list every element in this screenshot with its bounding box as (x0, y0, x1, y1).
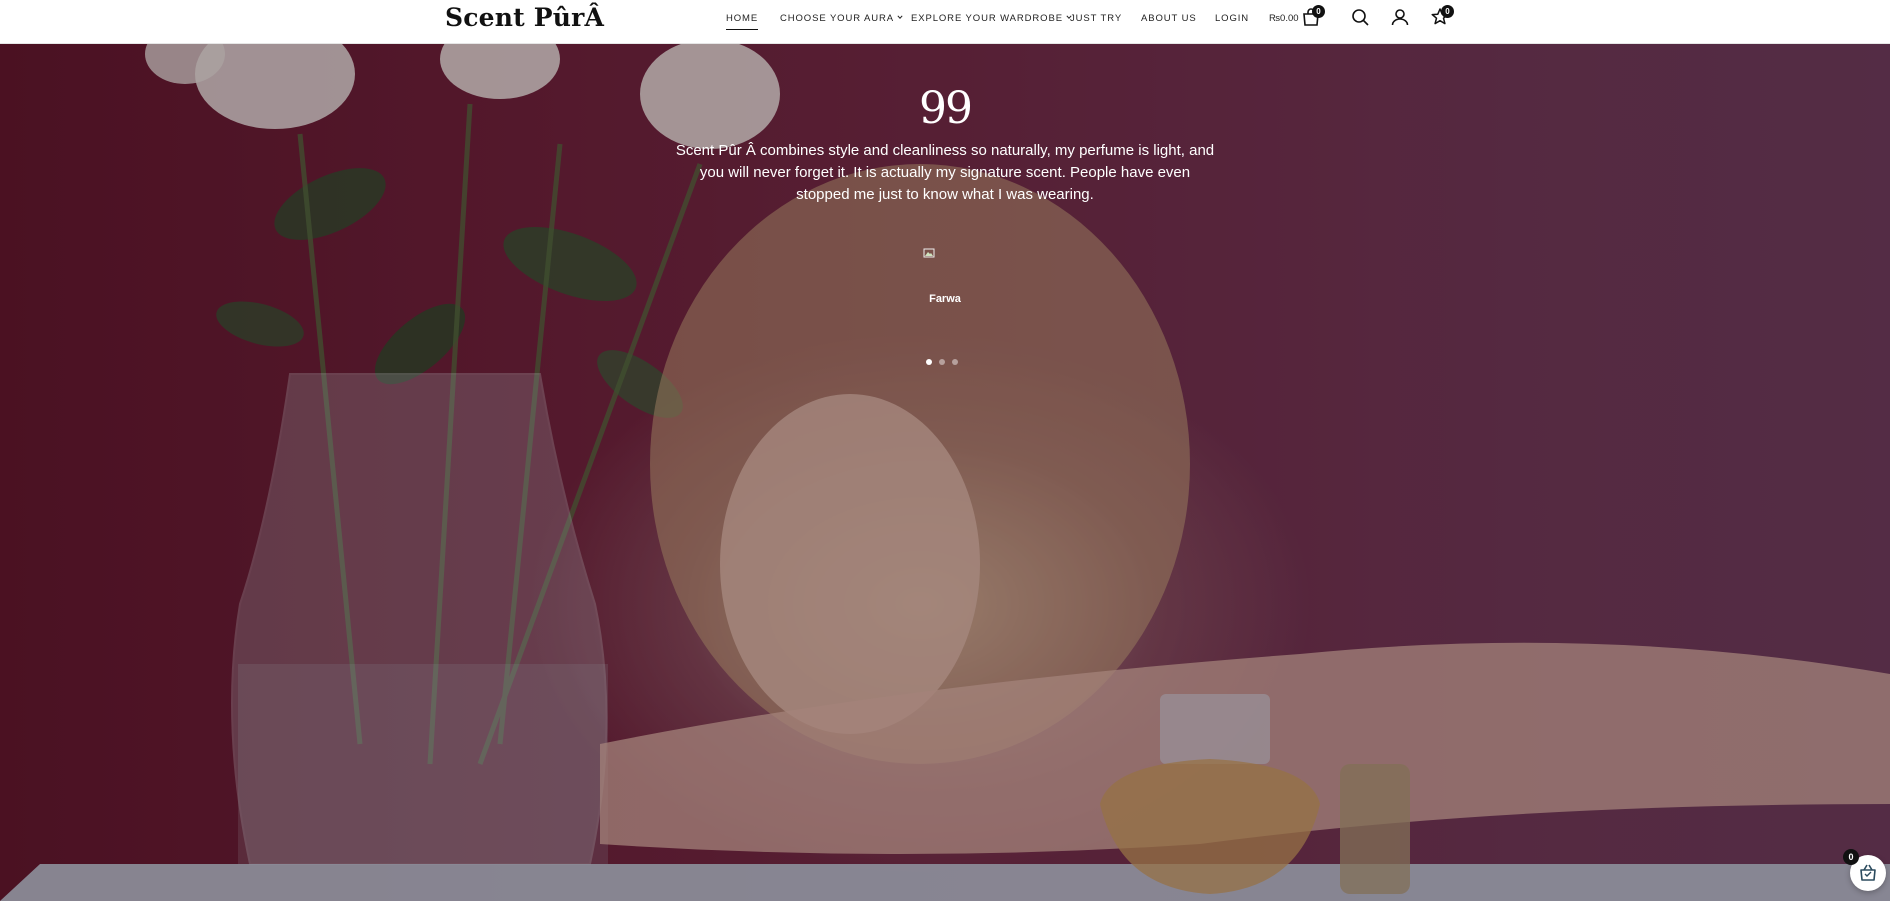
testimonial-text: Scent Pûr Â combines style and cleanline… (675, 142, 1215, 203)
site-header: Scent PûrÂ HOME CHOOSE YOUR AURA EXPLORE… (0, 0, 1890, 44)
cart-count-badge: 0 (1312, 5, 1325, 18)
nav-about-us-label: ABOUT US (1141, 13, 1197, 24)
nav-explore-your-wardrobe[interactable]: EXPLORE YOUR WARDROBE (911, 13, 1072, 25)
testimonial-hero: 99 Scent Pûr Â combines style and cleanl… (0, 44, 1890, 901)
testimonial-author: Farwa (929, 293, 961, 305)
nav-login-label: LOGIN (1215, 13, 1250, 24)
nav-about-us[interactable]: ABOUT US (1141, 13, 1197, 25)
chevron-down-icon (897, 15, 903, 19)
nav-explore-your-wardrobe-label: EXPLORE YOUR WARDROBE (911, 13, 1063, 24)
site-logo[interactable]: Scent PûrÂ (445, 4, 604, 32)
carousel-dot-3[interactable] (952, 359, 958, 365)
quote-mark: 99 (919, 83, 973, 134)
nav-login[interactable]: LOGIN (1215, 13, 1249, 25)
nav-home[interactable]: HOME (726, 13, 759, 30)
nav-choose-your-aura-label: CHOOSE YOUR AURA (780, 13, 894, 24)
nav-home-label: HOME (726, 13, 759, 24)
wishlist-button[interactable]: 0 (1429, 5, 1454, 28)
search-button[interactable] (1349, 6, 1371, 28)
carousel-dots (925, 359, 965, 367)
user-icon (1391, 9, 1409, 26)
carousel-dot-1[interactable] (926, 359, 932, 365)
floating-cart-count: 0 (1843, 849, 1859, 865)
nav-just-try-label: JUST TRY (1070, 13, 1123, 24)
account-button[interactable] (1389, 6, 1411, 28)
cart-button[interactable]: 0 (1300, 5, 1325, 28)
nav-just-try[interactable]: JUST TRY (1070, 13, 1122, 25)
nav-choose-your-aura[interactable]: CHOOSE YOUR AURA (780, 13, 903, 25)
search-icon (1352, 9, 1369, 26)
author-avatar-icon (923, 248, 935, 258)
carousel-dot-2[interactable] (939, 359, 945, 365)
wishlist-count-badge: 0 (1441, 5, 1454, 18)
cart-total[interactable]: ₨0.00 (1269, 13, 1299, 24)
